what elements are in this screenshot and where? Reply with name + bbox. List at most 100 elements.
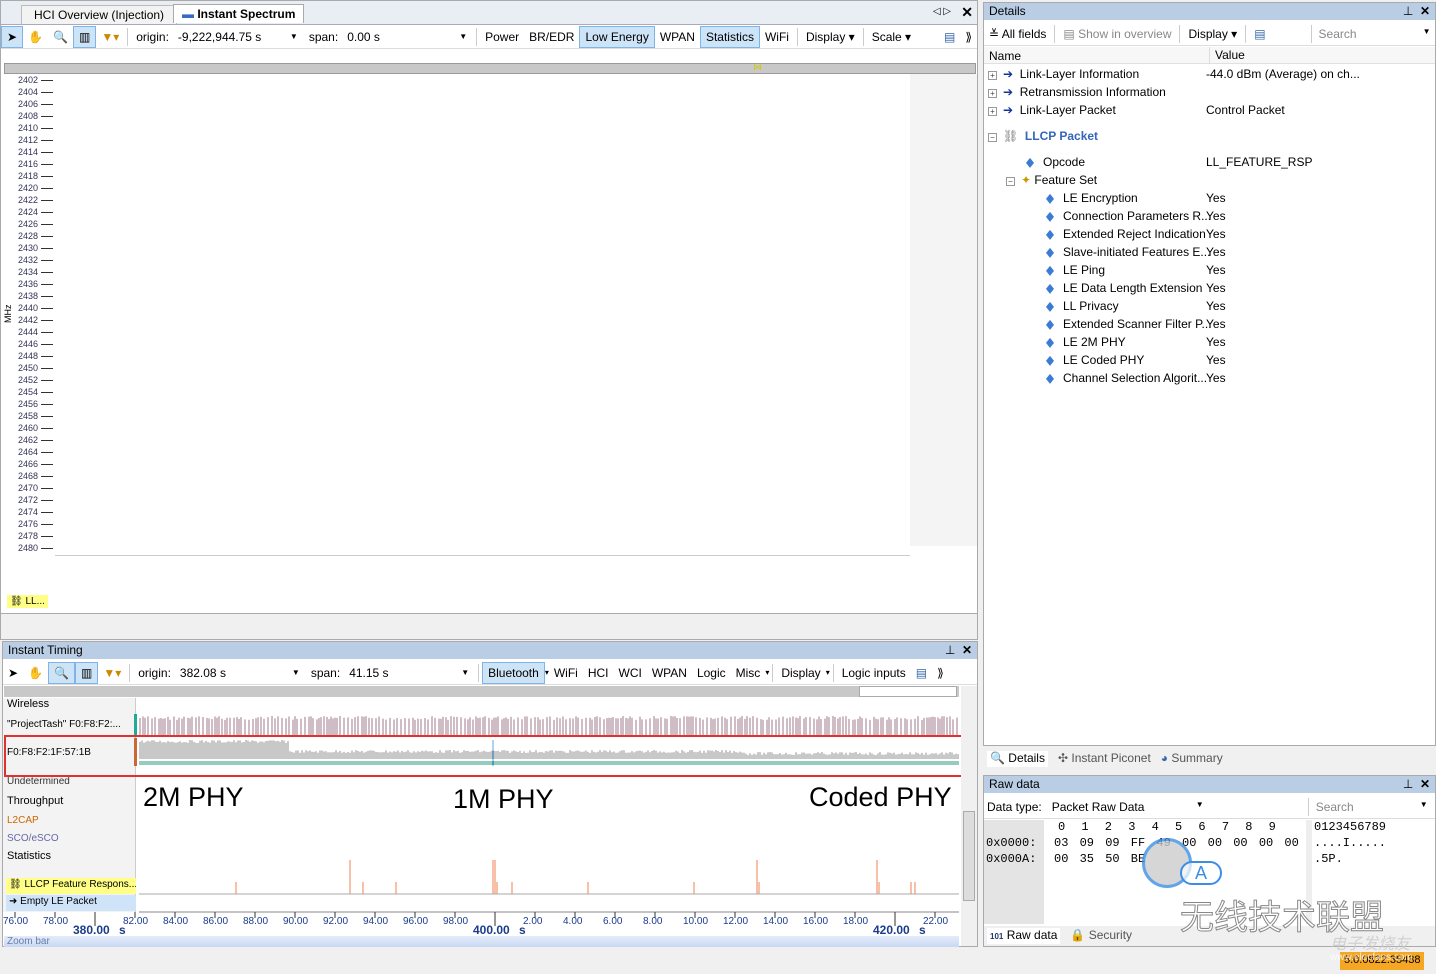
vertical-scrollbar[interactable] — [961, 686, 977, 946]
span-field[interactable]: 0.00 s — [343, 27, 454, 46]
y-tick-label: 2448 — [18, 351, 39, 361]
origin-dropdown-icon[interactable]: ▼ — [290, 32, 298, 41]
display-menu[interactable]: Display — [776, 663, 825, 683]
export-icon[interactable]: ▤ — [911, 663, 932, 683]
tab-summary[interactable]: ◕ Summary — [1161, 751, 1223, 767]
filter-logic[interactable]: Logic — [692, 663, 731, 683]
tab-hci-overview[interactable]: HCI Overview (Injection) — [21, 5, 178, 24]
row-sco[interactable]: SCO/eSCO — [7, 833, 59, 844]
row-l2cap[interactable]: L2CAP — [7, 815, 39, 826]
close-icon[interactable]: ✕ — [961, 4, 973, 21]
marker-icon[interactable]: ▼▾ — [96, 27, 124, 47]
ascii-bytes[interactable]: .5P. — [1314, 852, 1343, 866]
filter-wifi[interactable]: WiFi — [549, 663, 583, 683]
search-input[interactable]: Search ▼ — [1314, 24, 1435, 43]
origin-field[interactable]: 382.08 s — [175, 663, 286, 682]
pin-icon[interactable]: ⊥ — [945, 643, 955, 657]
row-undetermined[interactable]: Undetermined — [7, 776, 70, 787]
display-menu[interactable]: Display ▾ — [801, 27, 860, 47]
logic-inputs-button[interactable]: Logic inputs — [837, 663, 911, 683]
all-fields-label: All fields — [1001, 26, 1047, 41]
column-value[interactable]: Value — [1209, 47, 1245, 64]
zoom-bar[interactable]: Zoom bar — [4, 936, 959, 947]
display-menu[interactable]: Display ▾ — [1183, 24, 1242, 44]
scale-menu[interactable]: Scale ▾ — [867, 27, 916, 47]
export-icon[interactable]: ▤ — [1249, 24, 1270, 44]
filter-wci[interactable]: WCI — [614, 663, 647, 683]
row-device-projecttash[interactable]: "ProjectTash" F0:F8:F2:... — [7, 719, 121, 730]
legend-badge[interactable]: ⛓ LL... — [7, 595, 48, 608]
span-field[interactable]: 41.15 s — [345, 663, 456, 682]
collapse-icon[interactable]: − — [1006, 177, 1015, 186]
tab-raw-data[interactable]: 101 Raw data — [987, 928, 1061, 944]
annotation-2m-phy: 2M PHY — [143, 782, 244, 812]
pin-icon[interactable]: ⊥ — [1403, 4, 1413, 18]
filter-hci[interactable]: HCI — [583, 663, 614, 683]
span-dropdown-icon[interactable]: ▼ — [461, 668, 469, 677]
tab-scroll-icon[interactable]: ◁ ▷ — [933, 6, 951, 17]
filter-power[interactable]: Power — [480, 27, 524, 47]
collapse-icon[interactable]: − — [988, 133, 997, 142]
live-icon[interactable]: ⟫ — [932, 663, 949, 683]
marker-icon[interactable]: ▼▾ — [98, 663, 126, 683]
data-type-value: Packet Raw Data — [1051, 799, 1145, 814]
y-tick-label: 2422 — [18, 195, 39, 205]
legend-empty[interactable]: ➜ Empty LE Packet — [6, 895, 136, 911]
data-type-select[interactable]: Packet Raw Data ▼ — [1047, 797, 1208, 816]
pointer-icon[interactable]: ➤ — [1, 25, 24, 48]
y-tick-label: 2430 — [18, 243, 39, 253]
origin-dropdown-icon[interactable]: ▼ — [292, 668, 300, 677]
timing-scroll-strip[interactable] — [4, 686, 959, 697]
expand-icon[interactable]: + — [988, 107, 997, 116]
filter-low-energy[interactable]: Low Energy — [579, 25, 655, 48]
close-icon[interactable]: ✕ — [1420, 777, 1430, 791]
layout-icon[interactable]: ▥ — [72, 25, 97, 48]
row-statistics[interactable]: Statistics — [7, 850, 51, 862]
row-wireless[interactable]: Wireless — [7, 698, 49, 710]
feature-set-icon: ✦ — [1021, 173, 1032, 187]
zoom-icon[interactable]: 🔍 — [48, 27, 73, 47]
all-fields-button[interactable]: ≚ All fields — [984, 24, 1051, 44]
tab-details[interactable]: 🔍 Details — [987, 751, 1048, 767]
live-icon[interactable]: ⟫ — [960, 27, 977, 47]
tab-instant-piconet[interactable]: ✣ Instant Piconet — [1058, 751, 1151, 767]
legend-llcp[interactable]: ⛓ LLCP Feature Respons... — [6, 878, 136, 894]
hand-icon[interactable]: ✋ — [23, 27, 48, 47]
filter-wifi[interactable]: WiFi — [760, 27, 794, 47]
filter-bluetooth[interactable]: Bluetooth — [482, 661, 545, 684]
pin-icon[interactable]: ⊥ — [1403, 777, 1413, 791]
filter-wpan[interactable]: WPAN — [655, 27, 700, 47]
display-label: Display — [1188, 26, 1228, 41]
close-icon[interactable]: ✕ — [962, 643, 972, 657]
tab-label: Instant Spectrum — [197, 7, 296, 21]
origin-field[interactable]: -9,222,944.75 s — [173, 27, 284, 46]
timing-panel: Instant Timing ⊥ ✕ ➤ ✋ 🔍 ▥ ▼▾ origin: 382… — [2, 641, 978, 947]
zoom-icon[interactable]: 🔍 — [48, 661, 75, 684]
filter-wpan[interactable]: WPAN — [647, 663, 692, 683]
tab-security[interactable]: 🔒 Security — [1070, 928, 1132, 944]
filter-statistics[interactable]: Statistics — [699, 25, 760, 48]
export-icon[interactable]: ▤ — [939, 27, 960, 47]
raw-search-input[interactable]: Search ▼ — [1311, 797, 1432, 816]
expand-icon[interactable]: + — [988, 89, 997, 98]
range-marker-icon[interactable]: ⋈ — [753, 62, 762, 73]
pointer-icon[interactable]: ➤ — [3, 663, 23, 683]
scale-label: Scale — [871, 29, 902, 44]
tab-instant-spectrum[interactable]: ▬ Instant Spectrum — [173, 4, 305, 23]
ascii-bytes[interactable]: ....I..... — [1314, 836, 1386, 850]
filter-bredr[interactable]: BR/EDR — [524, 27, 579, 47]
span-dropdown-icon[interactable]: ▼ — [459, 32, 467, 41]
hand-icon[interactable]: ✋ — [23, 663, 48, 683]
column-name[interactable]: Name — [989, 49, 1021, 63]
filter-misc[interactable]: Misc — [731, 663, 766, 683]
hex-bytes[interactable]: 00 35 50 BE — [1054, 852, 1145, 866]
row-throughput[interactable]: Throughput — [7, 795, 63, 807]
spectrum-scroll-strip[interactable]: ⋈ — [4, 62, 976, 74]
show-in-overview-button[interactable]: ▤ Show in overview — [1058, 24, 1176, 44]
field-name: Channel Selection Algorit... — [1063, 371, 1208, 385]
details-panel: Details ⊥ ✕ ≚ All fields ▤ Show in overvi… — [983, 2, 1436, 746]
y-tick-label: 2440 — [18, 303, 39, 313]
close-icon[interactable]: ✕ — [1420, 4, 1430, 18]
layout-icon[interactable]: ▥ — [74, 661, 99, 684]
expand-icon[interactable]: + — [988, 71, 997, 80]
